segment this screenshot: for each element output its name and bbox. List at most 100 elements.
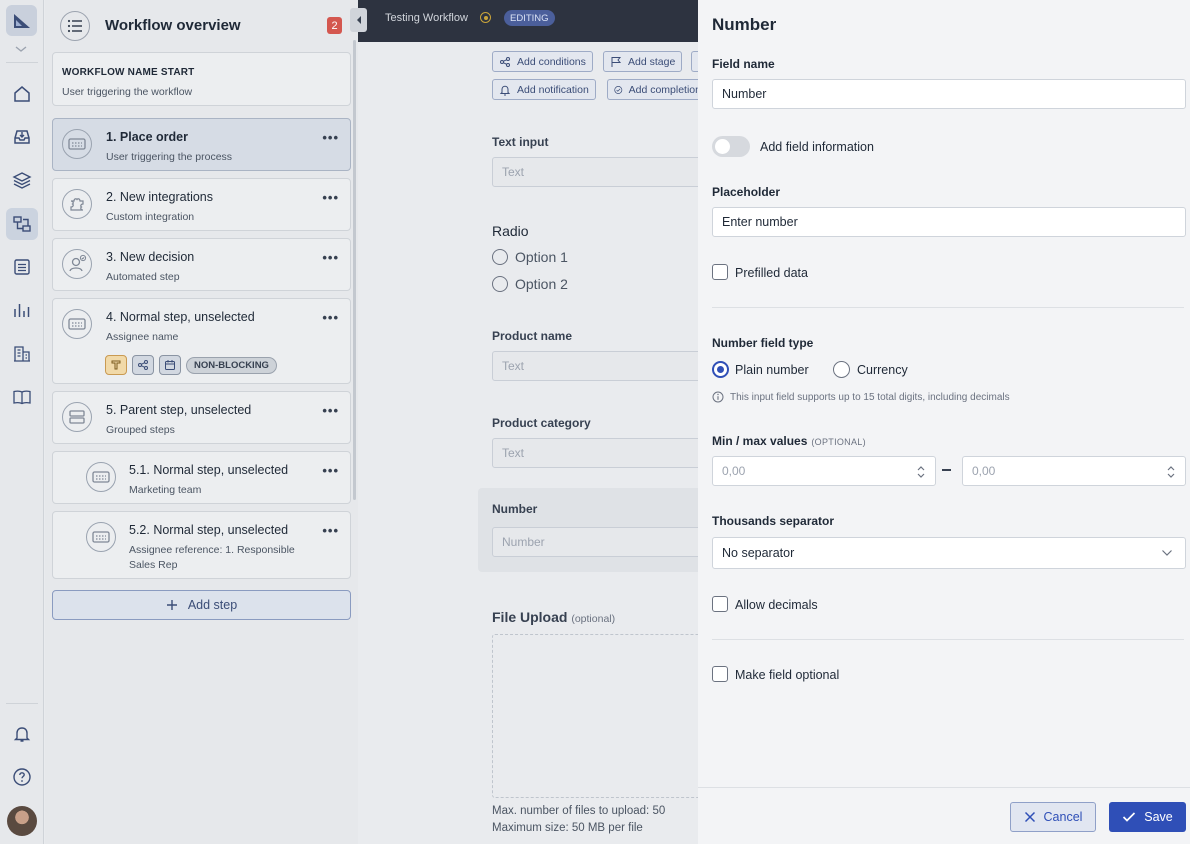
check-circle-icon — [614, 85, 623, 94]
add-step-button[interactable]: Add step — [52, 590, 351, 620]
step-form-icon — [62, 129, 92, 159]
product-name-field[interactable]: Text — [492, 351, 698, 381]
number-field[interactable]: Number — [492, 527, 698, 557]
upload-size-text: Maximum size: 50 MB per file — [492, 822, 643, 834]
status-dot-icon — [480, 12, 491, 23]
step-form-icon — [86, 522, 116, 552]
minmax-optional: (OPTIONAL) — [811, 437, 866, 447]
radio-circle[interactable] — [492, 249, 508, 265]
step-card-5-2[interactable]: 5.2. Normal step, unselected Assignee re… — [52, 511, 351, 579]
workflow-icon[interactable] — [6, 208, 38, 240]
more-options-icon[interactable]: ••• — [322, 250, 339, 265]
file-upload-title: File Upload — [492, 609, 568, 625]
step-card-2[interactable]: 2. New integrations Custom integration •… — [52, 178, 351, 231]
workflow-start-card[interactable]: WORKFLOW NAME START User triggering the … — [52, 52, 351, 106]
collapse-panel-button[interactable] — [350, 8, 367, 32]
bell-icon — [499, 85, 511, 95]
cancel-button[interactable]: Cancel — [1010, 802, 1096, 832]
product-category-field[interactable]: Text — [492, 438, 698, 468]
radio-option-2[interactable]: Option 2 — [492, 276, 568, 292]
add-stage-button[interactable]: Add stage — [603, 51, 683, 72]
add-field-info-label: Add field information — [760, 140, 874, 154]
bell-icon[interactable] — [6, 718, 38, 750]
home-icon[interactable] — [6, 78, 38, 110]
step-card-4[interactable]: 4. Normal step, unselected Assignee name… — [52, 298, 351, 384]
stepper-icon[interactable] — [916, 464, 926, 480]
add-field-info-toggle[interactable] — [712, 136, 750, 157]
add-conditions-button[interactable]: Add conditions — [492, 51, 593, 72]
radio-option-1[interactable]: Option 1 — [492, 249, 568, 265]
analytics-icon[interactable] — [6, 294, 38, 326]
radio-option-label: Option 2 — [515, 276, 568, 292]
layers-icon[interactable] — [6, 164, 38, 196]
panel-footer: Cancel Save — [698, 787, 1190, 844]
field-name-label: Field name — [712, 57, 775, 71]
organization-icon[interactable] — [6, 338, 38, 370]
step-form-icon — [62, 309, 92, 339]
more-toolbar-button[interactable] — [691, 51, 698, 72]
help-icon[interactable] — [6, 761, 38, 793]
more-options-icon[interactable]: ••• — [322, 130, 339, 145]
workflow-name: Testing Workflow — [385, 12, 468, 24]
field-settings-panel: Number Field name Number Add field infor… — [698, 0, 1190, 844]
digits-hint: This input field supports up to 15 total… — [712, 391, 1010, 403]
make-optional-checkbox[interactable] — [712, 666, 728, 682]
step-card-1[interactable]: 1. Place order User triggering the proce… — [52, 118, 351, 171]
max-value-input[interactable]: 0,00 — [962, 456, 1186, 486]
placeholder-input[interactable]: Enter number — [712, 207, 1186, 237]
field-name-input[interactable]: Number — [712, 79, 1186, 109]
step-card-3[interactable]: 3. New decision Automated step ••• — [52, 238, 351, 291]
plain-number-label: Plain number — [735, 363, 809, 377]
plain-number-radio[interactable] — [712, 361, 729, 378]
chevron-down-icon[interactable] — [14, 42, 28, 57]
inbox-icon[interactable] — [6, 121, 38, 153]
prefilled-checkbox[interactable] — [712, 264, 728, 280]
step-subtitle: Assignee reference: 1. Responsible Sales… — [129, 544, 295, 571]
workflow-overview-header: Workflow overview 2 — [45, 0, 358, 50]
divider — [712, 639, 1184, 640]
save-label: Save — [1144, 810, 1173, 824]
more-options-icon[interactable]: ••• — [322, 463, 339, 478]
minmax-title: Min / max values — [712, 434, 808, 448]
more-options-icon[interactable]: ••• — [322, 403, 339, 418]
file-upload-dropzone[interactable] — [492, 634, 698, 798]
text-input-field[interactable]: Text — [492, 157, 698, 187]
save-button[interactable]: Save — [1109, 802, 1186, 832]
add-completion-button[interactable]: Add completion — [607, 79, 698, 100]
radio-option-label: Option 1 — [515, 249, 568, 265]
avatar[interactable] — [7, 806, 37, 836]
stepper-icon[interactable] — [1166, 464, 1176, 480]
thousands-select[interactable]: No separator — [712, 537, 1186, 569]
number-type-label: Number field type — [712, 336, 814, 350]
more-options-icon[interactable]: ••• — [322, 310, 339, 325]
sidebar-scrollbar[interactable] — [353, 40, 356, 500]
max-value-placeholder: 0,00 — [972, 464, 996, 478]
step-subtitle: Assignee name — [106, 331, 179, 343]
thousands-value: No separator — [722, 546, 795, 560]
puzzle-icon — [62, 189, 92, 219]
allow-decimals-checkbox[interactable] — [712, 596, 728, 612]
step-card-5[interactable]: 5. Parent step, unselected Grouped steps… — [52, 391, 351, 444]
add-notification-button[interactable]: Add notification — [492, 79, 596, 100]
flag-icon — [611, 56, 622, 67]
info-icon — [712, 391, 724, 403]
currency-radio[interactable] — [833, 361, 850, 378]
more-options-icon[interactable]: ••• — [322, 523, 339, 538]
radio-circle[interactable] — [492, 276, 508, 292]
list-icon[interactable] — [6, 251, 38, 283]
step-title: 5. Parent step, unselected — [106, 403, 252, 417]
more-options-icon[interactable]: ••• — [322, 190, 339, 205]
number-field-label: Number — [492, 502, 538, 516]
min-value-input[interactable]: 0,00 — [712, 456, 936, 486]
tool-icon — [105, 355, 127, 375]
app-logo[interactable] — [6, 5, 37, 36]
form-canvas: Add conditions Add stage Add notificatio… — [358, 42, 698, 844]
step-card-5-1[interactable]: 5.1. Normal step, unselected Marketing t… — [52, 451, 351, 504]
radio-label: Radio — [492, 223, 529, 239]
list-menu-icon[interactable] — [60, 11, 90, 41]
branch-icon — [500, 56, 510, 67]
step-form-icon — [86, 462, 116, 492]
step-tags: NON-BLOCKING — [105, 355, 277, 375]
book-icon[interactable] — [6, 381, 38, 413]
calendar-icon — [159, 355, 181, 375]
